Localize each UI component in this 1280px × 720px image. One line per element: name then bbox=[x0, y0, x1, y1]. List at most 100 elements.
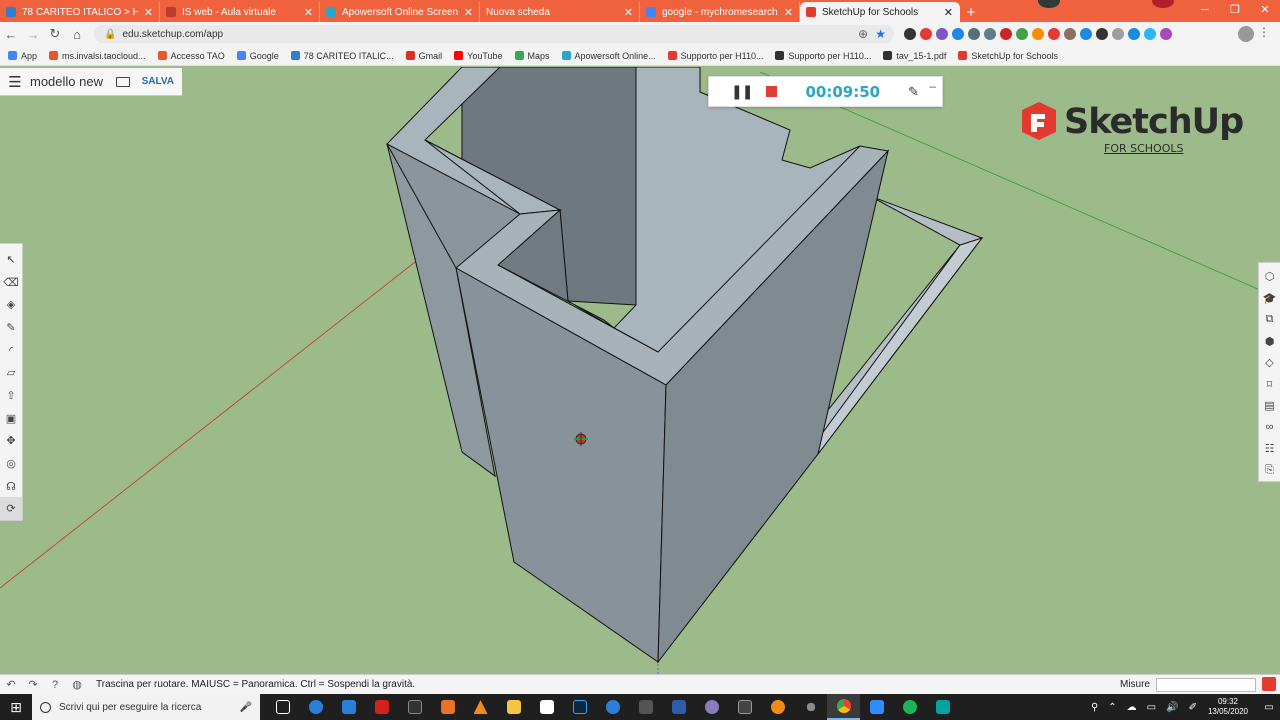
pen-icon[interactable]: ✎ bbox=[908, 84, 919, 100]
extension-icon[interactable] bbox=[936, 28, 948, 40]
eraser-tool-icon[interactable]: ⌫ bbox=[0, 271, 22, 294]
offset-tool-icon[interactable]: ▣ bbox=[0, 407, 22, 430]
walk-tool-icon[interactable]: ☊ bbox=[0, 475, 22, 498]
bookmark-item[interactable]: Supporto per H110... bbox=[775, 51, 871, 61]
tab-close-icon[interactable]: ✕ bbox=[784, 6, 793, 19]
measure-input[interactable] bbox=[1156, 678, 1256, 692]
extension-icon[interactable] bbox=[984, 28, 996, 40]
address-bar[interactable]: 🔒 edu.sketchup.com/app ⊕ ★ bbox=[94, 25, 894, 43]
rectangle-tool-icon[interactable]: ▱ bbox=[0, 361, 22, 384]
back-arrow-icon[interactable]: ← bbox=[0, 27, 22, 42]
taskbar-app-store[interactable] bbox=[332, 694, 365, 720]
solid-inspector-icon[interactable]: ⎘ bbox=[1259, 460, 1280, 482]
extension-icon[interactable] bbox=[1000, 28, 1012, 40]
taskbar-clock[interactable]: 09:32 13/05/2020 bbox=[1208, 697, 1248, 717]
extension-icon[interactable] bbox=[952, 28, 964, 40]
line-tool-icon[interactable]: ✎ bbox=[0, 316, 22, 339]
save-button[interactable]: SALVA bbox=[142, 76, 174, 87]
undo-icon[interactable]: ↶ bbox=[0, 678, 22, 691]
extension-icon[interactable] bbox=[968, 28, 980, 40]
extension-icon[interactable] bbox=[1096, 28, 1108, 40]
browser-tab[interactable]: google - mychromesearch.com ✕ bbox=[640, 2, 800, 22]
redo-icon[interactable]: ↷ bbox=[22, 678, 44, 691]
push-pull-tool-icon[interactable]: ⇧ bbox=[0, 384, 22, 407]
taskbar-app-zoom[interactable] bbox=[860, 694, 893, 720]
account-avatar[interactable] bbox=[1238, 26, 1254, 42]
taskbar-app-inkscape[interactable] bbox=[530, 694, 563, 720]
bookmark-item[interactable]: App bbox=[8, 51, 37, 61]
tab-close-icon[interactable]: ✕ bbox=[144, 6, 153, 19]
extension-icon[interactable] bbox=[1016, 28, 1028, 40]
taskbar-app-task-view[interactable] bbox=[266, 694, 299, 720]
bookmark-item[interactable]: ms.invalsi.taocloud... bbox=[49, 51, 146, 61]
bookmark-item[interactable]: tav_15-1.pdf bbox=[883, 51, 946, 61]
taskbar-app-eclipse[interactable] bbox=[695, 694, 728, 720]
people-icon[interactable]: ⚲ bbox=[1091, 702, 1098, 713]
styles-icon[interactable]: ◇ bbox=[1259, 352, 1280, 374]
browser-tab[interactable]: Nuova scheda ✕ bbox=[480, 2, 640, 22]
taskbar-app-blender[interactable] bbox=[761, 694, 794, 720]
recorder-minimize-button[interactable]: – bbox=[929, 79, 936, 93]
browser-menu-icon[interactable]: ⋮ bbox=[1258, 25, 1270, 39]
minimize-window-icon[interactable]: ─ bbox=[1190, 0, 1220, 22]
bookmark-item[interactable]: YouTube bbox=[454, 51, 503, 61]
bookmark-item[interactable]: SketchUp for Schools bbox=[958, 51, 1058, 61]
taskbar-app-capture[interactable] bbox=[398, 694, 431, 720]
forward-arrow-icon[interactable]: → bbox=[22, 27, 44, 42]
taskbar-app-green[interactable] bbox=[893, 694, 926, 720]
bookmark-star-icon[interactable]: ★ bbox=[875, 27, 886, 41]
model-name[interactable]: modello new bbox=[30, 74, 116, 89]
extension-icon[interactable] bbox=[1144, 28, 1156, 40]
tab-close-icon[interactable]: ✕ bbox=[944, 6, 953, 19]
tags-icon[interactable]: ⌑ bbox=[1259, 374, 1280, 396]
taskbar-app-gray[interactable] bbox=[728, 694, 761, 720]
tab-close-icon[interactable]: ✕ bbox=[304, 6, 313, 19]
taskbar-app-chrome[interactable] bbox=[827, 694, 860, 720]
outliner-icon[interactable]: ☷ bbox=[1259, 438, 1280, 460]
extension-icon[interactable] bbox=[920, 28, 932, 40]
bookmark-item[interactable]: Accesso TAO bbox=[157, 51, 225, 61]
taskbar-search-box[interactable]: Scrivi qui per eseguire la ricerca 🎤 bbox=[32, 694, 260, 720]
browser-tab[interactable]: Apowersoft Online Screen Recorder ✕ bbox=[320, 2, 480, 22]
move-tool-icon[interactable]: ✥ bbox=[0, 429, 22, 452]
home-icon[interactable]: ⌂ bbox=[66, 27, 88, 42]
onedrive-icon[interactable]: ☁ bbox=[1127, 702, 1137, 713]
extension-icon[interactable] bbox=[1160, 28, 1172, 40]
taskbar-app-file-explorer[interactable] bbox=[497, 694, 530, 720]
windows-start-icon[interactable]: ⊞ bbox=[0, 699, 32, 716]
hamburger-menu-icon[interactable]: ☰ bbox=[0, 73, 30, 91]
taskbar-app-dark[interactable] bbox=[629, 694, 662, 720]
entity-info-icon[interactable]: ⬡ bbox=[1259, 266, 1280, 288]
bookmark-item[interactable]: Supporto per H110... bbox=[667, 51, 763, 61]
taskbar-app-revit[interactable] bbox=[662, 694, 695, 720]
reload-icon[interactable]: ↻ bbox=[44, 26, 66, 42]
taskbar-app-meet[interactable] bbox=[926, 694, 959, 720]
browser-tab[interactable]: IS web - Aula virtuale ✕ bbox=[160, 2, 320, 22]
tray-expand-icon[interactable]: ⌃ bbox=[1108, 702, 1116, 713]
browser-tab[interactable]: 78 CARITEO ITALICO > Home ✕ bbox=[0, 2, 160, 22]
restore-window-icon[interactable]: ❐ bbox=[1220, 0, 1250, 22]
bookmark-item[interactable]: Google bbox=[236, 51, 279, 61]
materials-icon[interactable]: ⬢ bbox=[1259, 331, 1280, 353]
globe-icon[interactable]: ◍ bbox=[66, 678, 88, 691]
bookmark-item[interactable]: Apowersoft Online... bbox=[561, 51, 656, 61]
tab-close-icon[interactable]: ✕ bbox=[464, 6, 473, 19]
instructor-icon[interactable]: 🎓 bbox=[1259, 288, 1280, 310]
taskbar-app-small[interactable] bbox=[794, 694, 827, 720]
components-icon[interactable]: ⧉ bbox=[1259, 309, 1280, 331]
display-icon[interactable]: ∞ bbox=[1259, 417, 1280, 439]
extension-icon[interactable] bbox=[1048, 28, 1060, 40]
tape-measure-tool-icon[interactable]: ◎ bbox=[0, 452, 22, 475]
extension-icon[interactable] bbox=[1112, 28, 1124, 40]
orbit-tool-icon[interactable]: ⟳ bbox=[0, 497, 22, 521]
extension-icon[interactable] bbox=[1080, 28, 1092, 40]
paint-tool-icon[interactable]: ◈ bbox=[0, 293, 22, 316]
help-icon[interactable]: ? bbox=[44, 679, 66, 691]
notifications-icon[interactable]: ▭ bbox=[1258, 702, 1280, 713]
arc-tool-icon[interactable]: ◜ bbox=[0, 339, 22, 362]
extension-icon[interactable] bbox=[1032, 28, 1044, 40]
zoom-icon[interactable]: ⊕ bbox=[858, 27, 868, 41]
pause-icon[interactable]: ❚❚ bbox=[731, 83, 753, 100]
bookmark-item[interactable]: Gmail bbox=[405, 51, 442, 61]
taskbar-app-photoshop[interactable] bbox=[563, 694, 596, 720]
